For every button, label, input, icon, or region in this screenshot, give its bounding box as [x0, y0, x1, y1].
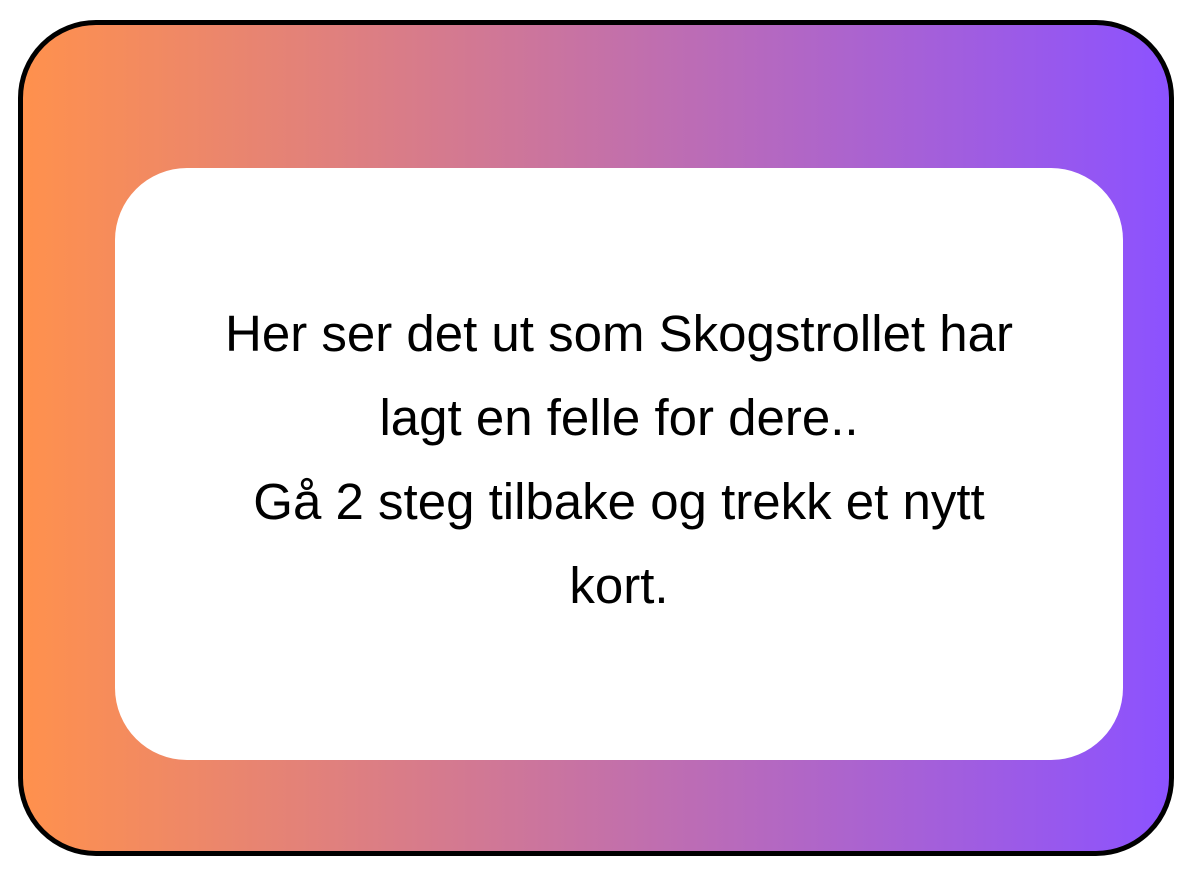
card-message-line: lagt en felle for dere.. — [379, 389, 859, 446]
card-message-line: Gå 2 steg tilbake og trekk et nytt — [253, 473, 985, 530]
card-message: Her ser det ut som Skogstrollet har lagt… — [225, 292, 1013, 628]
card-message-line: Her ser det ut som Skogstrollet har — [225, 305, 1013, 362]
game-card: Her ser det ut som Skogstrollet har lagt… — [18, 20, 1174, 856]
card-message-line: kort. — [569, 557, 669, 614]
card-text-panel: Her ser det ut som Skogstrollet har lagt… — [115, 168, 1123, 760]
